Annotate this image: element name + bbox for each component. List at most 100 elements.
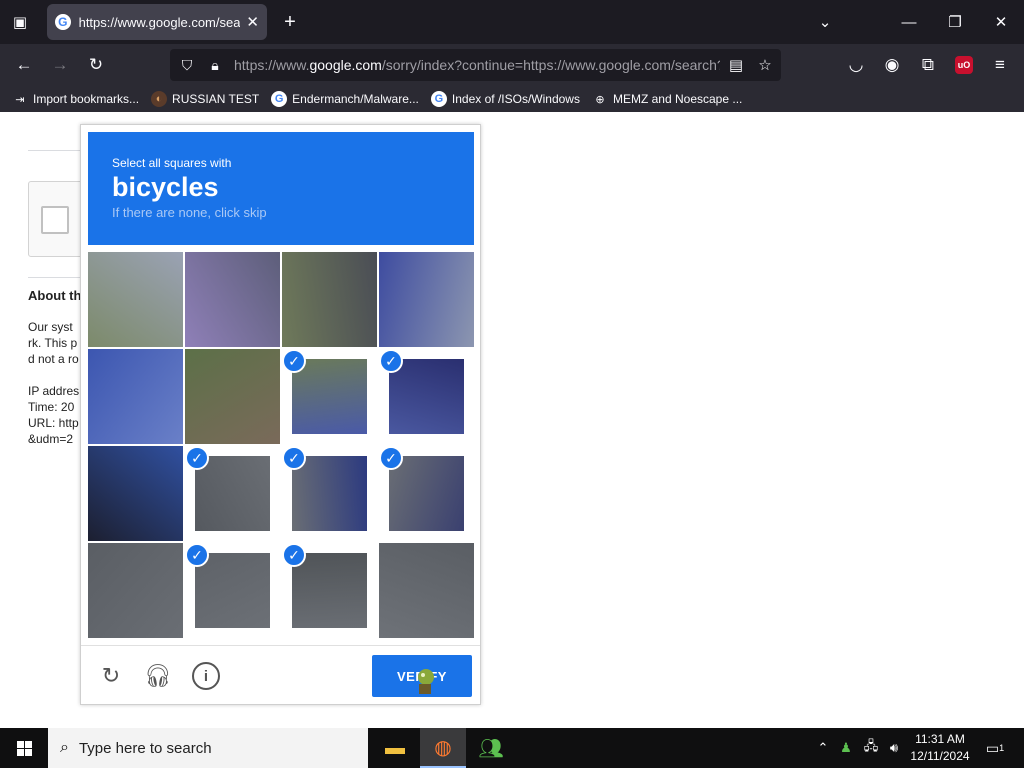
volume-icon[interactable]: 🔊︎ <box>884 728 904 768</box>
reload-icon[interactable]: ↻ <box>84 53 108 77</box>
ublock-origin-icon[interactable]: uO <box>952 53 976 77</box>
tray-user-icon[interactable]: ♟ <box>836 728 856 768</box>
start-button[interactable] <box>0 728 48 768</box>
captcha-tile[interactable]: ✓ <box>185 446 280 541</box>
captcha-tile[interactable] <box>88 349 183 444</box>
google-favicon-icon: G <box>55 14 71 30</box>
divider <box>28 150 88 151</box>
captcha-tile[interactable] <box>88 252 183 347</box>
taskbar-search-box[interactable]: ⌕ Type here to search <box>48 728 368 768</box>
bookmark-endermanch[interactable]: G Endermanch/Malware... <box>271 91 419 107</box>
ip-address-line: IP addres <box>28 384 80 398</box>
restore-icon[interactable]: ❐ <box>943 10 967 34</box>
captcha-tile-image <box>195 553 270 628</box>
file-explorer-icon[interactable]: ▬ <box>372 728 418 768</box>
google-icon: G <box>430 91 447 107</box>
captcha-tile-image <box>389 359 464 434</box>
captcha-tile[interactable] <box>88 446 183 541</box>
pocket-icon[interactable]: ◡ <box>844 53 868 77</box>
selected-check-icon: ✓ <box>282 349 306 373</box>
new-tab-plus-icon[interactable]: + <box>278 10 302 34</box>
captcha-tile[interactable] <box>379 543 474 638</box>
clock-time: 11:31 AM <box>915 732 965 746</box>
bookmark-russian-test[interactable]: ◐ RUSSIAN TEST <box>151 91 259 107</box>
info-icon[interactable]: i <box>192 662 220 690</box>
captcha-tile-image <box>379 252 474 347</box>
captcha-tile[interactable]: ✓ <box>379 446 474 541</box>
reload-challenge-icon[interactable]: ↻ <box>97 662 125 690</box>
url-text[interactable]: https://www.google.com/sorry/index?conti… <box>234 57 720 73</box>
audio-challenge-headphones-icon[interactable]: 🎧︎ <box>144 662 172 690</box>
google-icon: G <box>271 91 288 107</box>
globe-icon: ⊕ <box>595 93 605 106</box>
captcha-tile-image <box>88 252 183 347</box>
network-icon[interactable]: 🖧︎ <box>860 728 882 768</box>
captcha-tile[interactable]: ✓ <box>379 349 474 444</box>
divider <box>28 277 88 278</box>
time-line: Time: 20 <box>28 400 75 414</box>
show-hidden-icons-chevron-up-icon[interactable]: ⌃ <box>814 728 832 768</box>
tab-title: https://www.google.com/search? <box>78 14 241 30</box>
selected-check-icon: ✓ <box>185 543 209 567</box>
captcha-tile[interactable] <box>282 252 377 347</box>
tab-google[interactable]: G https://www.google.com/search? ✕ <box>47 4 267 40</box>
menu-hamburger-icon[interactable]: ≡ <box>988 53 1012 77</box>
close-tab-icon[interactable]: ✕ <box>246 13 259 31</box>
recaptcha-widget <box>28 181 88 257</box>
captcha-tile[interactable] <box>185 252 280 347</box>
tab-bar: ▣ G https://www.google.com/search? ✕ + ⌄… <box>0 0 1024 44</box>
captcha-tile[interactable]: ✓ <box>185 543 280 638</box>
captcha-image-grid: ✓ ✓ ✓ ✓ ✓ ✓ ✓ <box>88 252 474 638</box>
captcha-tile[interactable] <box>379 252 474 347</box>
captcha-tile[interactable]: ✓ <box>282 446 377 541</box>
extensions-puzzle-icon[interactable]: ⧉ <box>916 53 940 77</box>
account-icon[interactable]: ◉ <box>880 53 904 77</box>
clock[interactable]: 11:31 AM 12/11/2024 <box>906 731 974 765</box>
captcha-tile-image <box>195 456 270 531</box>
captcha-footer: ↻ 🎧︎ i VERIFY <box>81 645 480 705</box>
selected-check-icon: ✓ <box>379 349 403 373</box>
captcha-tile-image <box>292 456 367 531</box>
bookmarks-toolbar: ⇥ Import bookmarks... ◐ RUSSIAN TEST G E… <box>0 86 1024 112</box>
captcha-tile[interactable]: ✓ <box>282 543 377 638</box>
captcha-header: Select all squares with bicycles If ther… <box>88 132 474 245</box>
close-window-icon[interactable]: ✕ <box>989 10 1013 34</box>
captcha-tile-image <box>185 349 280 444</box>
captcha-tile[interactable] <box>185 349 280 444</box>
forward-arrow-icon[interactable]: → <box>48 53 72 77</box>
about-text-line: d not a ro <box>28 352 79 366</box>
captcha-tile-image <box>88 543 183 638</box>
bookmark-import[interactable]: ⇥ Import bookmarks... <box>12 91 139 107</box>
bookmark-star-icon[interactable]: ☆ <box>753 53 777 77</box>
captcha-tile[interactable] <box>88 543 183 638</box>
notifications-icon[interactable]: ▭ 1 <box>980 728 1010 768</box>
reader-view-icon[interactable]: ▤ <box>724 53 748 77</box>
clock-date: 12/11/2024 <box>910 749 970 763</box>
nav-bar: ← → ↻ ⛉ 🔒︎ https://www.google.com/sorry/… <box>0 44 1024 86</box>
lock-icon[interactable]: 🔒︎ <box>204 57 226 74</box>
captcha-tile-image <box>282 252 377 347</box>
tracking-shield-icon[interactable]: ⛉ <box>176 57 198 74</box>
captcha-instruction: Select all squares with <box>112 156 232 170</box>
captcha-tile[interactable]: ✓ <box>282 349 377 444</box>
captcha-tile-image <box>292 553 367 628</box>
windows-taskbar: ⌕ Type here to search ▬ ◍ 👥︎ ⌃ ♟ 🖧︎ 🔊︎ 1… <box>0 728 1024 768</box>
users-app-icon[interactable]: 👥︎ <box>468 728 514 768</box>
list-all-tabs-chevron-down-icon[interactable]: ⌄ <box>813 10 837 34</box>
url-line: URL: http <box>28 416 79 430</box>
import-icon: ⇥ <box>15 93 25 106</box>
captcha-tile-image <box>379 543 474 638</box>
recaptcha-checkbox[interactable] <box>41 206 69 234</box>
minimize-icon[interactable]: — <box>897 10 921 34</box>
captcha-tile-image <box>292 359 367 434</box>
captcha-tile-image <box>185 252 280 347</box>
bookmark-memz[interactable]: ⊕ MEMZ and Noescape ... <box>592 91 742 107</box>
firefox-view-icon[interactable]: ▣ <box>8 10 32 34</box>
firefox-icon[interactable]: ◍ <box>420 728 466 768</box>
address-bar[interactable]: ⛉ 🔒︎ https://www.google.com/sorry/index?… <box>170 49 781 81</box>
about-heading: About th <box>28 288 82 303</box>
captcha-hint: If there are none, click skip <box>112 205 267 220</box>
back-arrow-icon[interactable]: ← <box>12 53 36 77</box>
bookmark-isos[interactable]: G Index of /ISOs/Windows <box>430 91 580 107</box>
captcha-target: bicycles <box>112 172 219 202</box>
